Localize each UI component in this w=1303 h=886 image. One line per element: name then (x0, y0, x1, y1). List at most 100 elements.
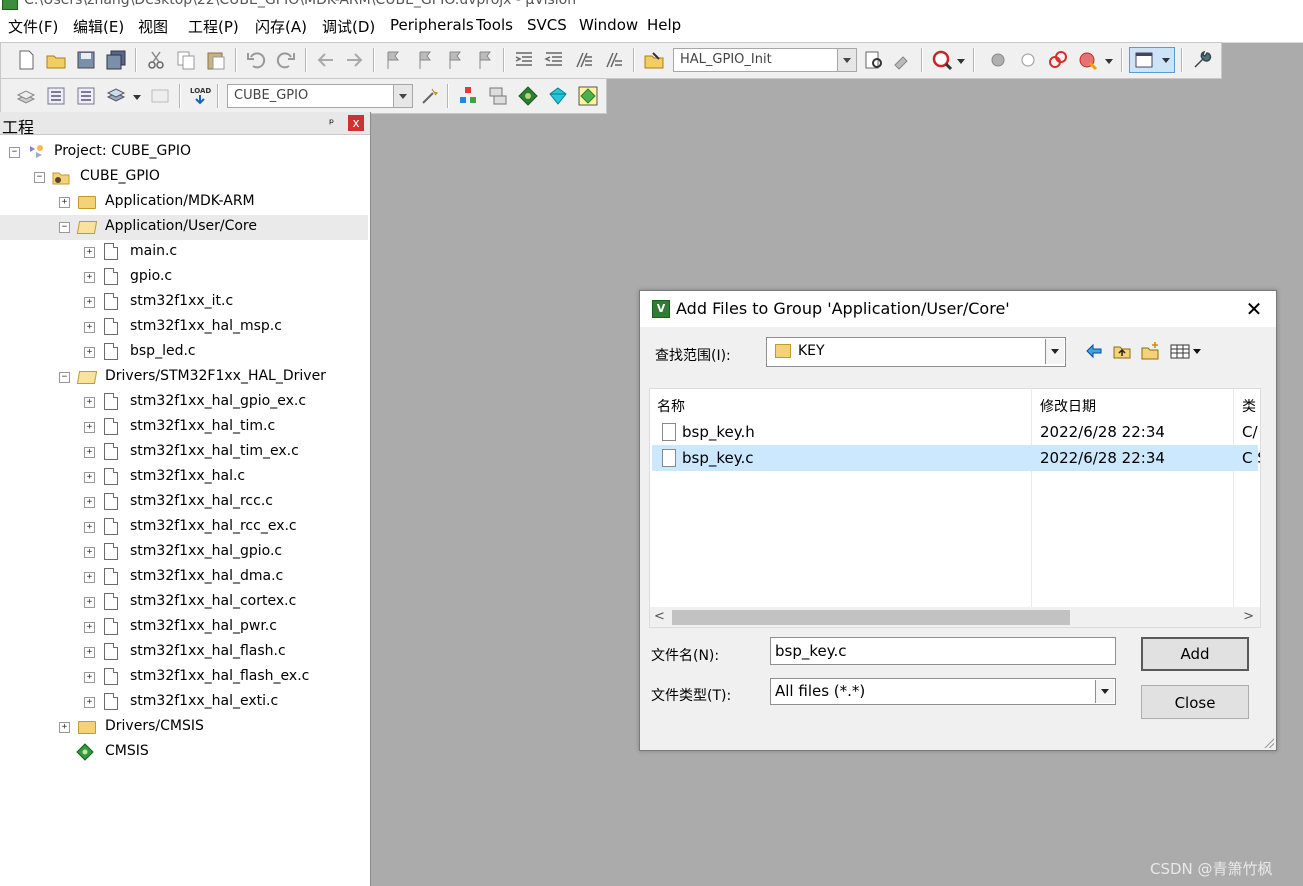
menu-edit[interactable]: 编辑(E) (73, 16, 124, 37)
window-layout-button[interactable] (1129, 47, 1175, 73)
nav-back-icon[interactable] (315, 49, 337, 71)
target-combo[interactable]: CUBE_GPIO (227, 84, 413, 108)
indent-icon[interactable] (513, 49, 535, 71)
tree-expander[interactable]: + (84, 297, 95, 308)
unindent-icon[interactable] (543, 49, 565, 71)
select-packs-icon[interactable] (487, 85, 509, 107)
file-row-selected[interactable]: bsp_key.c 2022/6/28 22:34 C S (652, 445, 1260, 471)
tree-expander[interactable]: + (84, 322, 95, 333)
chevron-down-icon[interactable] (1095, 680, 1114, 703)
tree-expander[interactable]: + (84, 447, 95, 458)
tree-expander[interactable]: + (84, 647, 95, 658)
tree-expander[interactable]: + (84, 497, 95, 508)
tree-expander[interactable]: + (84, 622, 95, 633)
tree-expander[interactable]: + (84, 472, 95, 483)
tree-file[interactable]: + gpio.c (0, 265, 368, 290)
add-button[interactable]: Add (1141, 637, 1249, 671)
tree-file[interactable]: + stm32f1xx_hal_tim.c (0, 415, 368, 440)
chevron-down-icon[interactable] (957, 59, 965, 64)
tree-file[interactable]: + stm32f1xx_hal_dma.c (0, 565, 368, 590)
redo-icon[interactable] (275, 49, 297, 71)
tree-expander[interactable]: − (59, 222, 70, 233)
new-file-icon[interactable] (15, 49, 37, 71)
tree-file[interactable]: + stm32f1xx_hal_rcc_ex.c (0, 515, 368, 540)
function-combo[interactable]: HAL_GPIO_Init (673, 48, 857, 72)
tree-file[interactable]: + stm32f1xx_hal_msp.c (0, 315, 368, 340)
file-list[interactable]: 名称 修改日期 类 bsp_key.h 2022/6/28 22:34 C/ b… (649, 388, 1261, 628)
tree-file[interactable]: + stm32f1xx_hal_exti.c (0, 690, 368, 715)
menu-peripherals[interactable]: Peripherals (390, 16, 474, 34)
tree-file[interactable]: + bsp_led.c (0, 340, 368, 365)
rebuild-icon[interactable] (75, 85, 97, 107)
tree-group-selected[interactable]: − Application/User/Core (0, 215, 368, 240)
tree-expander[interactable]: + (84, 697, 95, 708)
dialog-titlebar[interactable]: V Add Files to Group 'Application/User/C… (640, 291, 1276, 327)
tree-file[interactable]: + main.c (0, 240, 368, 265)
find-in-files-icon[interactable] (643, 49, 665, 71)
build-icon[interactable] (45, 85, 67, 107)
nav-forward-icon[interactable] (343, 49, 365, 71)
tree-expander[interactable]: + (84, 672, 95, 683)
wrench-icon[interactable] (1191, 49, 1213, 71)
breakpoint-icon[interactable] (987, 49, 1009, 71)
debug-session-icon[interactable] (931, 49, 953, 71)
scrollbar-thumb[interactable] (672, 610, 1070, 625)
tree-expander[interactable]: + (84, 347, 95, 358)
file-row[interactable]: bsp_key.h 2022/6/28 22:34 C/ (652, 419, 1258, 445)
tree-expander[interactable]: + (84, 522, 95, 533)
tree-group[interactable]: − Drivers/STM32F1xx_HAL_Driver (0, 365, 368, 390)
resize-grip-icon[interactable] (1262, 736, 1274, 748)
tree-expander[interactable]: + (84, 397, 95, 408)
close-icon[interactable]: x (348, 115, 364, 131)
pin-icon[interactable]: ᵖ (329, 116, 334, 130)
manage-rte-icon[interactable] (517, 85, 539, 107)
chevron-down-icon[interactable] (1045, 339, 1064, 364)
prev-bookmark-icon[interactable] (413, 49, 435, 71)
tree-expander[interactable]: + (59, 722, 70, 733)
open-folder-icon[interactable] (45, 49, 67, 71)
device-database-icon[interactable] (577, 85, 599, 107)
menu-file[interactable]: 文件(F) (8, 16, 58, 37)
tree-group[interactable]: + Drivers/CMSIS (0, 715, 368, 740)
stop-build-icon[interactable] (149, 85, 171, 107)
cut-icon[interactable] (145, 49, 167, 71)
tree-file[interactable]: + stm32f1xx_hal_rcc.c (0, 490, 368, 515)
tree-expander[interactable]: + (84, 247, 95, 258)
tree-file[interactable]: + stm32f1xx_hal_gpio_ex.c (0, 390, 368, 415)
manage-project-items-icon[interactable] (457, 85, 479, 107)
chevron-down-icon[interactable] (1105, 59, 1113, 64)
kill-breakpoints-icon[interactable] (1047, 49, 1069, 71)
tree-expander[interactable]: + (84, 572, 95, 583)
tree-expander[interactable]: + (84, 272, 95, 283)
tree-expander[interactable]: + (84, 547, 95, 558)
tree-file[interactable]: + stm32f1xx_hal_cortex.c (0, 590, 368, 615)
tree-expander[interactable]: − (9, 147, 20, 158)
scroll-right-icon[interactable]: > (1243, 609, 1254, 624)
paste-icon[interactable] (205, 49, 227, 71)
chevron-down-icon[interactable] (393, 85, 412, 107)
back-arrow-icon[interactable] (1084, 341, 1104, 361)
tree-expander[interactable]: + (84, 422, 95, 433)
find-icon[interactable] (863, 49, 885, 71)
breakpoint-disable-icon[interactable] (1017, 49, 1039, 71)
save-icon[interactable] (75, 49, 97, 71)
translate-icon[interactable] (15, 85, 37, 107)
menu-view[interactable]: 视图 (138, 16, 168, 37)
tree-file[interactable]: + stm32f1xx_hal_gpio.c (0, 540, 368, 565)
tree-expander[interactable]: − (34, 172, 45, 183)
tree-component[interactable]: CMSIS (0, 740, 368, 765)
filename-input[interactable] (770, 637, 1116, 665)
view-menu-icon[interactable] (1170, 341, 1204, 361)
tree-file[interactable]: + stm32f1xx_it.c (0, 290, 368, 315)
batch-build-icon[interactable] (105, 85, 127, 107)
scroll-left-icon[interactable]: < (654, 609, 665, 624)
next-bookmark-icon[interactable] (443, 49, 465, 71)
menu-svcs[interactable]: SVCS (527, 16, 567, 34)
undo-icon[interactable] (245, 49, 267, 71)
download-load-icon[interactable]: LOAD (189, 85, 211, 107)
column-header-type[interactable]: 类 (1242, 396, 1256, 416)
tree-expander[interactable]: + (59, 197, 70, 208)
chevron-down-icon[interactable] (837, 49, 856, 71)
chevron-down-icon[interactable] (133, 95, 141, 100)
close-icon[interactable]: ✕ (1242, 297, 1266, 321)
